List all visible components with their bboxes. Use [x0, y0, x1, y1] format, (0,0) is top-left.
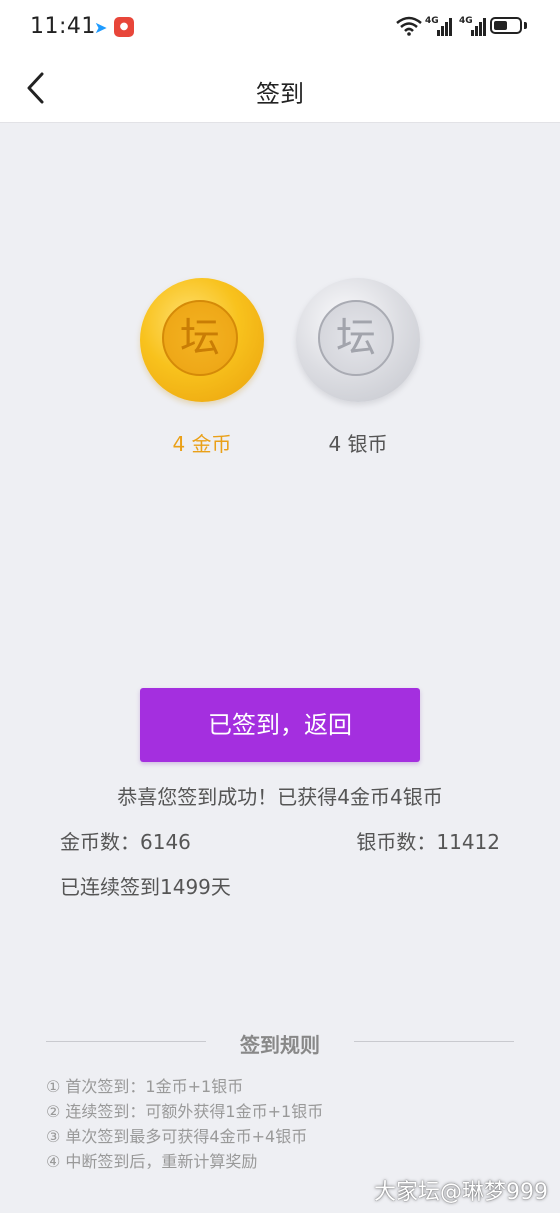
- rules-title: 签到规则: [240, 1033, 320, 1057]
- wifi-icon: [396, 16, 422, 40]
- checked-in-return-button[interactable]: 已签到，返回: [140, 688, 420, 762]
- success-message: 恭喜您签到成功！已获得4金币4银币: [117, 785, 443, 809]
- rule-item: ③ 单次签到最多可获得4金币+4银币: [46, 1127, 308, 1146]
- silver-coin-total: 银币数：11412: [356, 830, 500, 854]
- app-notification-icon: ➤: [94, 18, 108, 37]
- page-title: 签到: [256, 80, 304, 108]
- gold-reward-label: 4 金币: [172, 432, 232, 456]
- network-type-label: 4G: [425, 16, 439, 26]
- nav-bar: 签到: [0, 56, 560, 123]
- silver-coin-glyph: 坛: [318, 300, 394, 376]
- cellular-signal-icon-2: 4G: [459, 16, 487, 42]
- gold-coin-total: 金币数：6146: [60, 830, 191, 854]
- status-time: 11:41: [30, 14, 96, 39]
- battery-icon: [490, 17, 522, 34]
- rule-item: ④ 中断签到后，重新计算奖励: [46, 1152, 258, 1171]
- rule-item: ① 首次签到：1金币+1银币: [46, 1077, 244, 1096]
- gold-coin-icon: 坛: [140, 278, 264, 402]
- watermark: 大家坛@琳梦999: [374, 1180, 548, 1205]
- rules-list: ① 首次签到：1金币+1银币 ② 连续签到：可额外获得1金币+1银币 ③ 单次签…: [46, 1074, 323, 1174]
- streak-days: 已连续签到1499天: [60, 875, 231, 899]
- silver-coin-icon: 坛: [296, 278, 420, 402]
- silver-reward-label: 4 银币: [328, 432, 388, 456]
- battery-tip: [524, 22, 527, 29]
- app-badge-icon: ●: [114, 17, 134, 37]
- cellular-signal-icon: 4G: [425, 16, 453, 42]
- rules-divider-right: [354, 1041, 514, 1042]
- status-bar: 11:41 ➤ ● 4G 4G: [0, 0, 560, 56]
- gold-coin-glyph: 坛: [162, 300, 238, 376]
- rule-item: ② 连续签到：可额外获得1金币+1银币: [46, 1102, 324, 1121]
- network-type-label-2: 4G: [459, 16, 473, 26]
